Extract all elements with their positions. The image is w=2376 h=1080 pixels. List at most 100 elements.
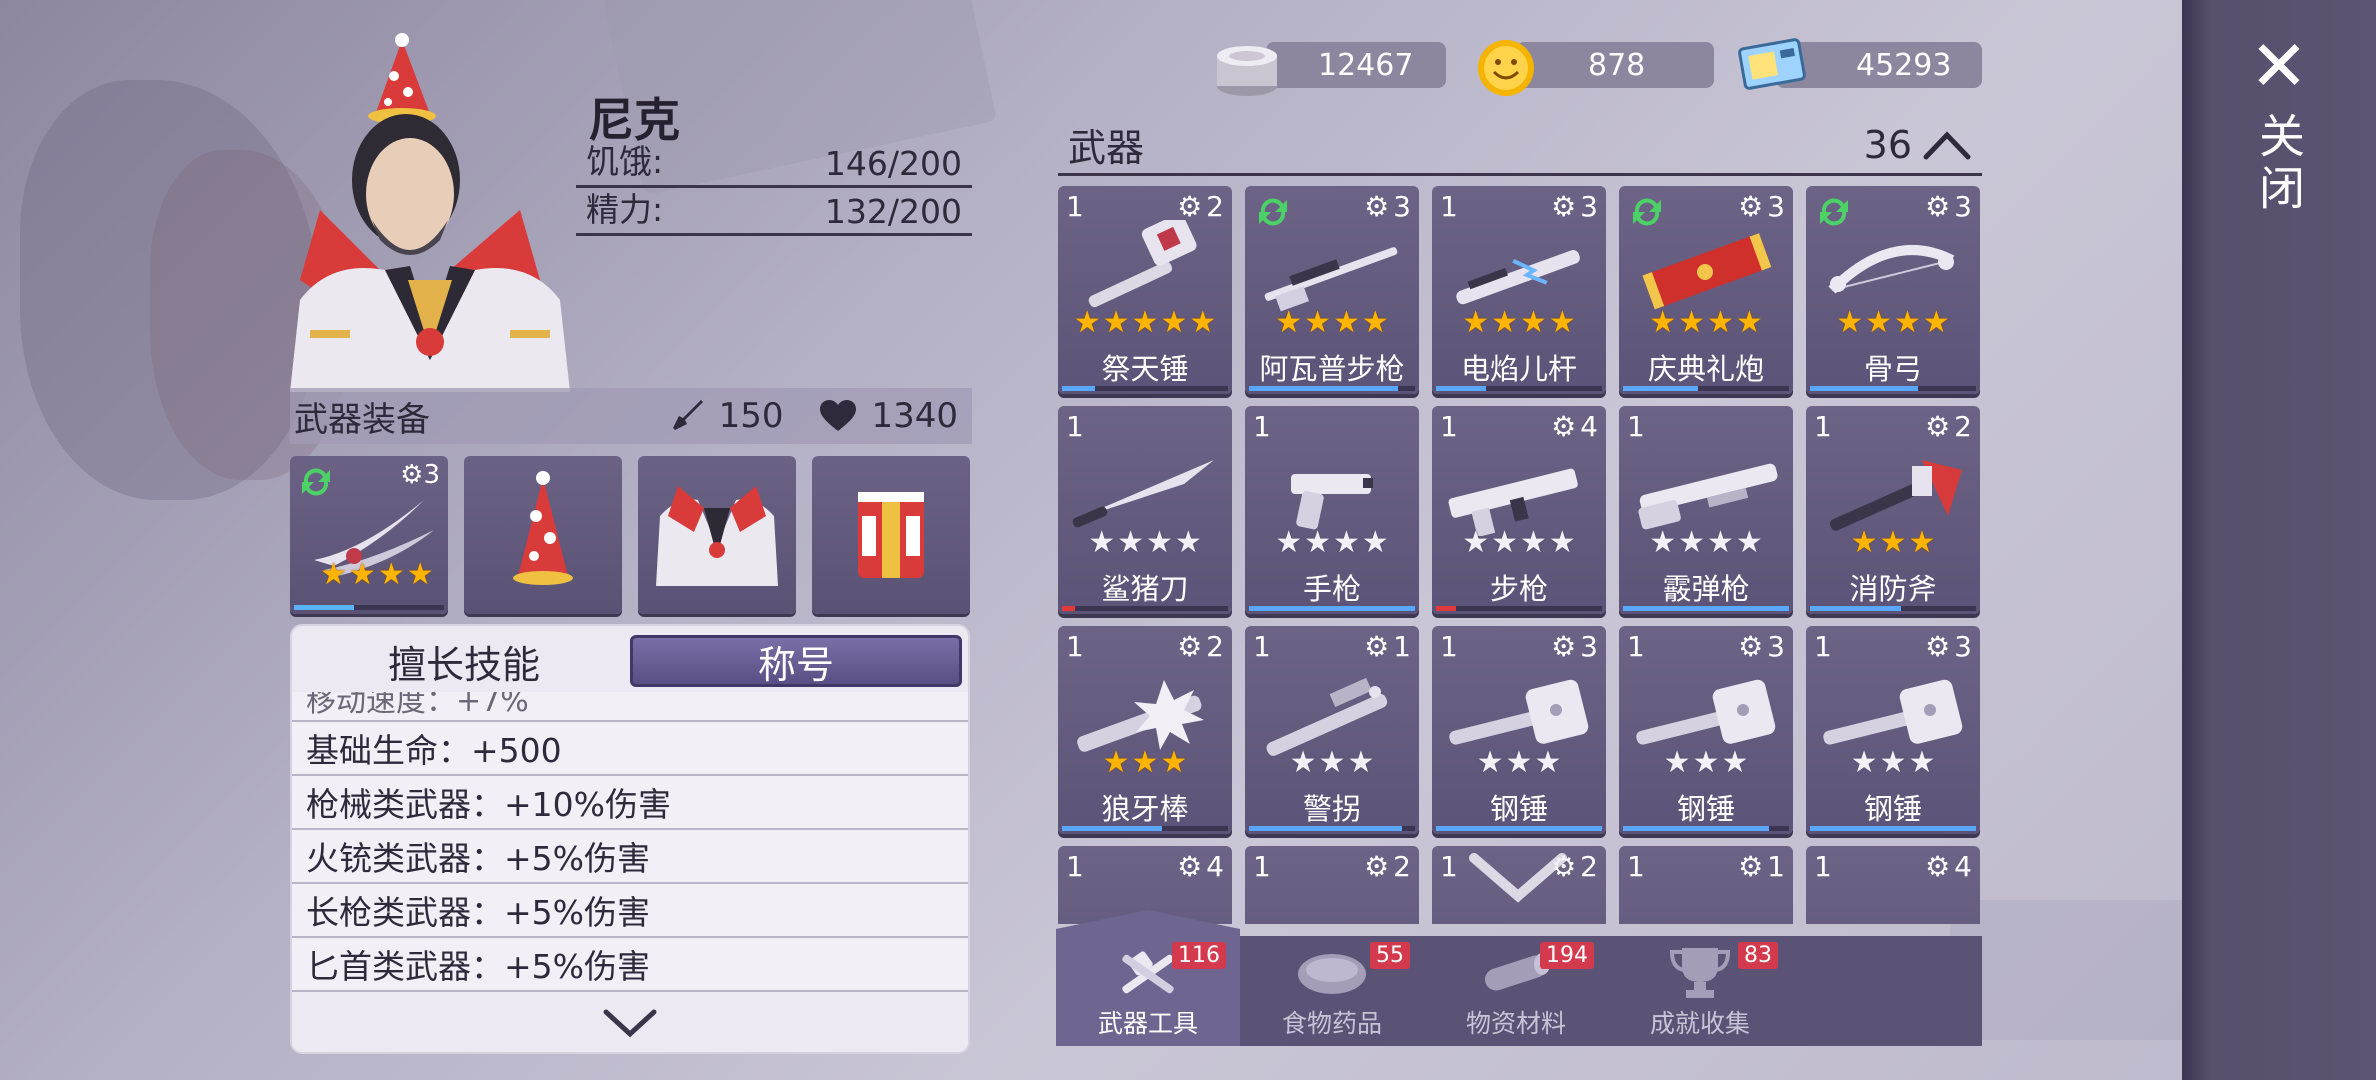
weapon-card[interactable]: ⚙ 3 ★ ★ ★ ★ 阿瓦普步枪 (1245, 186, 1419, 394)
weapon-card[interactable]: ⚙ 3 ★ ★ ★ ★ 庆典礼炮 (1619, 186, 1793, 394)
tab-title[interactable]: 称号 (630, 635, 962, 687)
weapon-level: 1 (1627, 630, 1645, 663)
weapon-level: 1 (1066, 850, 1084, 883)
chevron-down-icon (1469, 853, 1567, 903)
expand-more-button[interactable] (292, 996, 968, 1052)
weapon-stars: ★ ★ ★ ★ (1245, 528, 1419, 558)
star-icon: ★ (1361, 525, 1389, 560)
tab-badge: 55 (1370, 942, 1410, 969)
weapons-count: 36 (1863, 122, 1912, 167)
gear-level: ⚙3 (400, 460, 440, 490)
weapon-name: 消防斧 (1849, 572, 1937, 606)
weapon-icon (1828, 245, 1955, 294)
weapon-card[interactable]: 1 ⚙ 4 (1806, 846, 1980, 924)
star-icon: ★ (1908, 525, 1936, 560)
hat-slot[interactable] (464, 456, 622, 614)
jacket-slot[interactable] (638, 456, 796, 614)
weapon-card[interactable]: ⚙ 3 ★ ★ ★ ★ 骨弓 (1806, 186, 1980, 394)
weapon-card[interactable]: 1 ★ ★ ★ ★ 鲨猪刀 (1058, 406, 1232, 614)
star-icon: ★ (1548, 305, 1576, 340)
weapon-card[interactable]: 1 ⚙ 2 ★ ★ ★ ★ ★ 祭天锤 (1058, 186, 1232, 394)
chevron-down-icon (603, 1009, 657, 1038)
weapon-card[interactable]: 1 ⚙ 3 ★ ★ ★ ★ 电焰儿杆 (1432, 186, 1606, 394)
pants-slot[interactable] (812, 456, 970, 614)
weapon-icon (1625, 880, 1787, 924)
star-icon: ★ (1476, 745, 1504, 780)
attack-stat: 150 (669, 396, 783, 436)
close-label[interactable]: 关闭 (2246, 112, 2312, 216)
weapon-card[interactable]: 1 ⚙ 4 ★ ★ ★ ★ 步枪 (1432, 406, 1606, 614)
weapon-card[interactable]: 1 ⚙ 1 (1619, 846, 1793, 924)
weapon-icon (1642, 233, 1772, 310)
star-icon: ★ (1894, 305, 1921, 340)
star-icon: ★ (1304, 305, 1331, 340)
silver-amount: 12467 (1318, 47, 1414, 83)
weapon-stars: ★ ★ ★ ★ (1432, 528, 1606, 558)
weapon-icon (1812, 880, 1974, 924)
weapon-card[interactable]: 1 ★ ★ ★ ★ 手枪 (1245, 406, 1419, 614)
weapon-gear: ⚙ 4 (1925, 850, 1972, 883)
hunger-row: 饥饿: 146/200 (576, 142, 972, 188)
tab-label: 食物药品 (1281, 1009, 1382, 1038)
weapon-name: 狼牙棒 (1101, 792, 1189, 826)
gear-icon: ⚙ (1364, 850, 1390, 883)
star-icon: ★ (1548, 525, 1576, 560)
tab-weapons-tools[interactable]: 116 武器工具 (1056, 910, 1240, 1046)
weapon-gear: ⚙ 4 (1177, 850, 1224, 883)
weapon-level: 1 (1066, 410, 1084, 443)
weapon-name: 骨弓 (1863, 352, 1922, 386)
weapon-stars: ★ ★ ★ ★ (1432, 308, 1606, 338)
weapon-durability (1436, 606, 1602, 611)
weapon-card[interactable]: 1 ⚙ 3 ★ ★ ★ 钢锤 (1619, 626, 1793, 834)
weapon-card[interactable]: 1 ⚙ 3 ★ ★ ★ 钢锤 (1432, 626, 1606, 834)
jacket-icon (656, 486, 778, 586)
weapon-card[interactable]: 1 ⚙ 2 ★ ★ ★ 狼牙棒 (1058, 626, 1232, 834)
weapon-icon (1830, 460, 1962, 531)
star-icon: ★ (1678, 305, 1705, 340)
weapon-card[interactable]: 1 ⚙ 2 (1245, 846, 1419, 924)
weapon-icon (1264, 247, 1398, 312)
weapon-name: 庆典礼炮 (1647, 352, 1764, 386)
category-tab-bar: 116 武器工具 55 食物药品 194 物资材料 83 成就收集 (1056, 910, 1982, 1046)
weapon-level: 1 (1627, 410, 1645, 443)
tab-food-medicine[interactable]: 55 食物药品 (1240, 936, 1424, 1046)
star-icon: ★ (1491, 525, 1518, 560)
skill-list[interactable]: 移动速度：+7% 基础生命：+500 枪械类武器：+10%伤害 火铳类武器：+5… (292, 692, 968, 992)
star-icon: ★ (1160, 305, 1188, 340)
close-icon[interactable]: ✕ (2250, 31, 2309, 101)
weapon-durability (1062, 826, 1228, 831)
tab-skills[interactable]: 擅长技能 (298, 635, 630, 687)
weapon-icon (1449, 679, 1589, 745)
weapon-stars: ★ ★ ★ ★ (1806, 308, 1980, 338)
weapon-durability (1623, 386, 1789, 391)
gear-icon: ⚙ (1738, 630, 1764, 663)
weapon-icon (1638, 463, 1778, 530)
list-item: 基础生命：+500 (292, 722, 968, 776)
hunger-label: 饥饿: (586, 142, 664, 181)
close-panel[interactable]: ✕ 关闭 (2182, 0, 2376, 1080)
weapons-count-toggle[interactable]: 36 (1864, 123, 1972, 167)
food-icon (1298, 954, 1366, 994)
weapon-stars: ★ ★ ★ ★ (1058, 528, 1232, 558)
weapon-stars: ★ ★ ★ ★ ★ (1058, 308, 1232, 338)
star-icon: ★ (1520, 305, 1547, 340)
gear-icon: ⚙ (1551, 410, 1577, 443)
star-icon: ★ (1318, 745, 1346, 780)
star-icon: ★ (1534, 745, 1562, 780)
weapon-gear: ⚙ 3 (1925, 630, 1972, 663)
weapon-card[interactable]: 1 ⚙ 3 ★ ★ ★ 钢锤 (1806, 626, 1980, 834)
tab-materials[interactable]: 194 物资材料 (1424, 936, 1608, 1046)
weapon-card[interactable]: 1 ★ ★ ★ ★ 霰弹枪 (1619, 406, 1793, 614)
scroll-down-indicator[interactable] (1468, 852, 1568, 908)
star-icon: ★ (1879, 745, 1907, 780)
star-icon: ★ (1289, 745, 1317, 780)
weapon-gear: ⚙ 2 (1925, 410, 1972, 443)
weapon-slot[interactable]: ⚙3 ★ ★ ★ ★ (290, 456, 448, 614)
weapon-card[interactable]: 1 ⚙ 1 ★ ★ ★ 警拐 (1245, 626, 1419, 834)
tab-label: 成就收集 (1649, 1009, 1750, 1038)
weapon-durability (1249, 386, 1415, 391)
weapon-card[interactable]: 1 ⚙ 2 ★ ★ ★ 消防斧 (1806, 406, 1980, 614)
tab-achievements[interactable]: 83 成就收集 (1608, 936, 1792, 1046)
star-icon: ★ (1850, 525, 1878, 560)
weapon-gear: ⚙ 3 (1364, 190, 1411, 223)
